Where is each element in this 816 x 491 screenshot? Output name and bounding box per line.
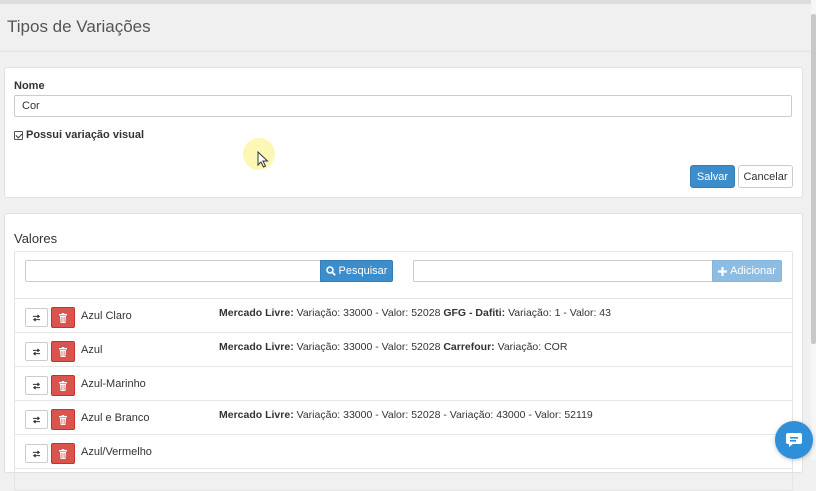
reorder-button[interactable]: [25, 410, 48, 429]
reorder-button[interactable]: [25, 342, 48, 361]
title-divider: [0, 51, 816, 52]
marketplace-mapping-text: Variação: 33000 - Valor: 52028: [293, 307, 444, 319]
trash-icon: [59, 380, 67, 391]
values-list: Azul Claro Mercado Livre: Variação: 33000…: [15, 299, 792, 469]
marketplace-mapping-text: Variação: 1 - Valor: 43: [505, 307, 611, 319]
row-marketplace-mapping: Mercado Livre: Variação: 33000 - Valor: …: [219, 307, 611, 319]
scrollbar-thumb[interactable]: [811, 14, 816, 344]
visual-variation-label[interactable]: Possui variação visual: [26, 129, 144, 141]
reorder-button[interactable]: [25, 308, 48, 327]
reorder-button[interactable]: [25, 376, 48, 395]
chat-icon: [786, 433, 802, 447]
marketplace-mapping-text: Variação: 33000 - Valor: 52028 - Variaçã…: [293, 409, 593, 421]
delete-button[interactable]: [51, 443, 75, 464]
delete-button[interactable]: [51, 341, 75, 362]
row-value-name: Azul: [81, 344, 103, 356]
search-button[interactable]: Pesquisar: [320, 260, 393, 282]
delete-button[interactable]: [51, 375, 75, 396]
marketplace-name: Carrefour:: [443, 341, 495, 353]
variation-form-panel: Nome Possui variação visual Salvar Cance…: [4, 67, 803, 198]
swap-arrows-icon: [32, 450, 41, 457]
trash-icon: [59, 448, 67, 459]
name-input[interactable]: [14, 95, 792, 117]
marketplace-name: Mercado Livre:: [219, 409, 294, 421]
marketplace-name: Mercado Livre:: [219, 307, 294, 319]
cancel-button[interactable]: Cancelar: [738, 165, 793, 188]
swap-arrows-icon: [32, 382, 41, 389]
marketplace-name: GFG - Dafiti:: [443, 307, 506, 319]
marketplace-mapping-text: Variação: 33000 - Valor: 52028: [293, 341, 444, 353]
top-border: [0, 0, 816, 4]
trash-icon: [59, 414, 67, 425]
save-button[interactable]: Salvar: [690, 165, 735, 188]
row-value-name: Azul/Vermelho: [81, 446, 152, 458]
trash-icon: [59, 312, 67, 323]
name-label: Nome: [14, 80, 45, 92]
table-row: Azul Mercado Livre: Variação: 33000 - Val…: [15, 333, 792, 367]
table-row: Azul e Branco Mercado Livre: Variação: 33…: [15, 401, 792, 435]
swap-arrows-icon: [32, 348, 41, 355]
row-value-name: Azul Claro: [81, 310, 132, 322]
values-list-box: Pesquisar Adicionar Azul Claro Mercado Li…: [14, 251, 793, 491]
add-button[interactable]: Adicionar: [712, 260, 782, 282]
row-value-name: Azul e Branco: [81, 412, 150, 424]
marketplace-name: Mercado Livre:: [219, 341, 294, 353]
delete-button[interactable]: [51, 409, 75, 430]
plus-icon: [718, 266, 728, 276]
trash-icon: [59, 346, 67, 357]
values-panel: Valores Pesquisar Adicionar Azul Claro Me…: [4, 213, 803, 491]
visual-variation-checkbox-row[interactable]: Possui variação visual: [14, 129, 144, 141]
mouse-cursor-icon: [257, 151, 269, 168]
scrollbar-track[interactable]: [811, 0, 816, 460]
marketplace-mapping-text: Variação: COR: [494, 341, 568, 353]
add-value-input[interactable]: [413, 260, 713, 282]
delete-button[interactable]: [51, 307, 75, 328]
chat-widget-button[interactable]: [775, 421, 813, 459]
table-row: Azul Claro Mercado Livre: Variação: 33000…: [15, 299, 792, 333]
swap-arrows-icon: [32, 314, 41, 321]
swap-arrows-icon: [32, 416, 41, 423]
reorder-button[interactable]: [25, 444, 48, 463]
visual-variation-checkbox[interactable]: [14, 130, 23, 140]
row-marketplace-mapping: Mercado Livre: Variação: 33000 - Valor: …: [219, 409, 593, 421]
search-icon: [325, 266, 336, 276]
page-title: Tipos de Variações: [7, 17, 151, 36]
row-value-name: Azul-Marinho: [81, 378, 146, 390]
table-row: Azul/Vermelho: [15, 435, 792, 469]
values-title: Valores: [14, 231, 58, 246]
table-row: Azul-Marinho: [15, 367, 792, 401]
add-button-label: Adicionar: [730, 265, 776, 277]
search-button-label: Pesquisar: [338, 265, 388, 277]
row-marketplace-mapping: Mercado Livre: Variação: 33000 - Valor: …: [219, 341, 567, 353]
search-input[interactable]: [25, 260, 321, 282]
